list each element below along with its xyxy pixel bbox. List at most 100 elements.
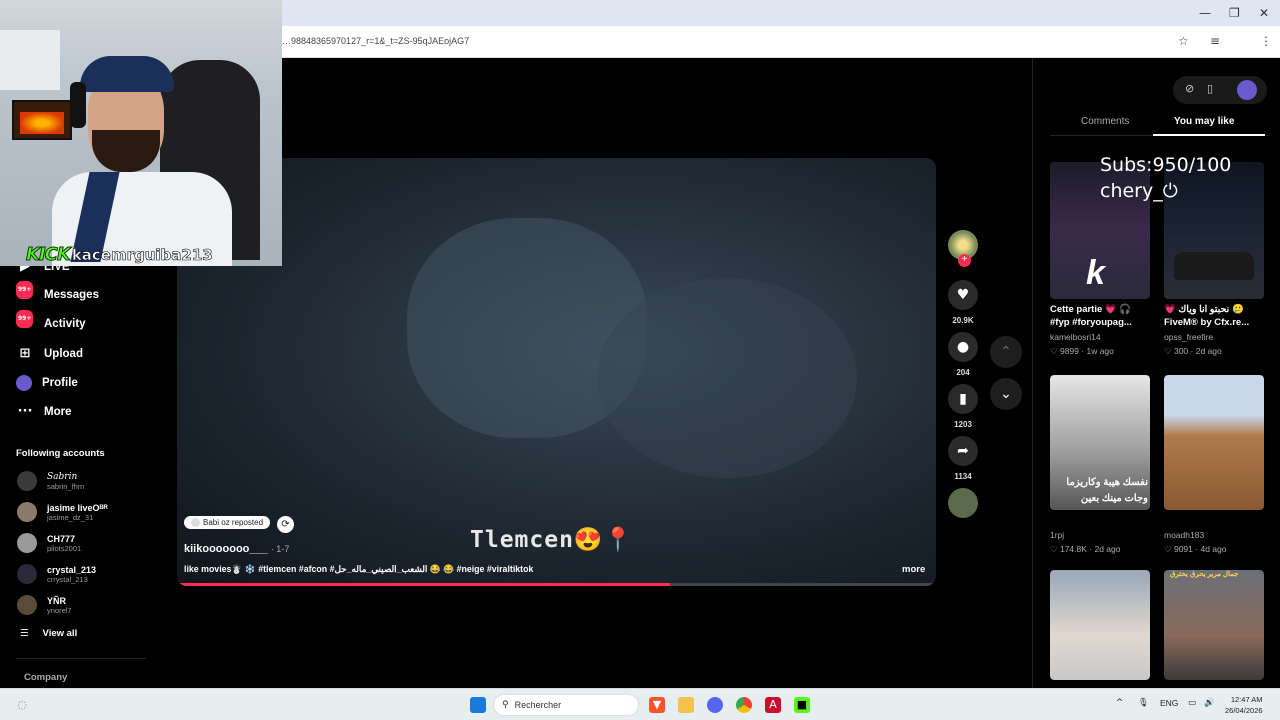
car-shape <box>1174 252 1254 280</box>
following-account[interactable]: jasime liveOᴮᴿ jasime_dz_31 <box>17 502 108 522</box>
repost-icon[interactable]: ⟳ <box>277 516 294 533</box>
network-icon[interactable]: ▭ <box>1188 698 1196 708</box>
tab-comments[interactable]: Comments <box>1081 116 1129 127</box>
phone-icon[interactable]: ▯ <box>1207 82 1213 95</box>
repost-label: Babi ​oz reposted <box>203 518 264 527</box>
tile-author: 1rpj <box>1050 530 1065 540</box>
tile-overlay-text: نفسك هيبة وكاريزما وجات مينك بعين <box>1066 477 1148 504</box>
chevron-up-icon: ⌃ <box>1000 344 1012 360</box>
brave-browser-icon[interactable]: ▼ <box>649 697 665 713</box>
sidebar-item-label: Messages <box>44 289 99 301</box>
account-name: 𝑆𝑎𝑏𝑟𝑖𝑛 <box>47 471 78 482</box>
divider <box>16 658 146 659</box>
app-a-icon[interactable]: A <box>765 697 781 713</box>
taskbar-search[interactable]: ⚲ Rechercher <box>493 694 639 716</box>
following-account[interactable]: crystal_213 crrystal_213 <box>17 564 96 584</box>
sidebar-item-upload[interactable]: ⊞ Upload <box>16 343 83 365</box>
video-tile[interactable]: جمال مرير يحرق يحترق <box>1164 570 1264 680</box>
browser-menu-icon[interactable]: ⋮ <box>1260 34 1272 48</box>
like-count: 20.9K <box>952 316 974 325</box>
notification-badge: 99+ <box>16 281 34 299</box>
tile-likes: ♡ 300 <box>1164 346 1189 356</box>
fire-shape <box>20 112 64 134</box>
account-name: YÑR <box>47 595 67 606</box>
video-tile[interactable] <box>1050 570 1150 680</box>
video-progress-bar[interactable] <box>177 583 936 586</box>
tile-likes: ♡ 174.8K <box>1050 544 1087 554</box>
sidebar-item-more[interactable]: ··· More <box>16 401 72 423</box>
follow-plus-icon[interactable]: + <box>958 254 971 267</box>
media-control-icon[interactable]: ≡ <box>1210 34 1220 48</box>
tab-you-may-like[interactable]: You may like <box>1174 116 1234 127</box>
following-account[interactable]: 𝑆𝑎𝑏𝑟𝑖𝑛 sabrin_fhm <box>17 471 84 491</box>
streamer-webcam-overlay: KICK kacemrguiba213 <box>0 0 282 266</box>
music-disc-icon[interactable] <box>948 488 978 518</box>
account-name: crystal_213 <box>47 564 97 575</box>
heart-icon: ♥ <box>956 287 970 303</box>
view-all-label: View all <box>42 628 78 639</box>
tile-age: 1w ago <box>1086 346 1114 356</box>
following-account[interactable]: CH777 pilots2001 <box>17 533 81 553</box>
previous-video-button[interactable]: ⌃ <box>990 336 1022 368</box>
minimize-button[interactable]: — <box>1199 6 1211 20</box>
avatar[interactable] <box>1237 80 1257 100</box>
language-indicator[interactable]: ENG <box>1160 698 1178 708</box>
widgets-icon[interactable]: ◌ <box>14 697 30 713</box>
share-button[interactable]: ➦ <box>948 436 978 466</box>
discord-icon[interactable] <box>707 697 723 713</box>
next-video-button[interactable]: ⌄ <box>990 378 1022 410</box>
tile-thumbnail <box>1050 570 1150 680</box>
more-button[interactable]: more <box>902 564 925 575</box>
sidebar-item-activity[interactable]: ♡99+ Activity <box>16 310 86 335</box>
video-caption: like movies☃️ ❄️ #tlemcen #afcon #الشعب_… <box>184 564 534 574</box>
windows-start-icon[interactable] <box>470 697 486 713</box>
kick-app-icon[interactable]: ■ <box>794 697 810 713</box>
more-icon: ··· <box>17 404 33 419</box>
microphone-icon[interactable]: 🎙 <box>1138 698 1149 708</box>
tile-title: 💗 نحبتو انا وياك 🥲 FiveM® by Cfx.re... <box>1164 304 1250 328</box>
bookmark-star-icon[interactable]: ☆ <box>1178 34 1189 48</box>
close-button[interactable]: ✕ <box>1259 6 1269 20</box>
clock-time: 12:47 AM <box>1230 695 1263 704</box>
search-placeholder: Rechercher <box>514 700 562 710</box>
restore-button[interactable]: ❐ <box>1229 6 1240 20</box>
save-button[interactable]: ▮ <box>948 384 978 414</box>
tile-age: 4d ago <box>1200 544 1227 554</box>
sidebar-item-messages[interactable]: ✉99+ Messages <box>16 281 99 306</box>
right-panel: ⊘ ▯ Comments You may like k Cette partie… <box>1032 58 1280 688</box>
video-author[interactable]: kiikooooooo___ · 1-7 <box>184 543 289 555</box>
tile-meta: ♡ 300 · 2d ago <box>1164 346 1222 356</box>
tile-overlay-text: جمال مرير يحرق يحترق <box>1170 571 1239 578</box>
repost-badge[interactable]: Babi ​oz reposted <box>184 516 271 529</box>
url-text[interactable]: …98848365970127_r=1&_t=ZS-95qJAEojAG7 <box>282 36 469 46</box>
tile-likes: ♡ 9899 <box>1050 346 1079 356</box>
volume-icon[interactable]: 🔊 <box>1204 698 1215 708</box>
video-overlay-text: Tlemcen😍📍 <box>470 527 634 553</box>
view-all-button[interactable]: ☰ View all <box>20 628 77 639</box>
avatar <box>17 595 37 615</box>
chevron-up-icon[interactable]: ^ <box>1116 698 1123 708</box>
video-tile[interactable]: نفسك هيبة وكاريزما وجات مينك بعين 1rpj ♡… <box>1050 375 1150 555</box>
comment-button[interactable]: ● <box>948 332 978 362</box>
following-account[interactable]: YÑR ynorel7 <box>17 595 72 615</box>
file-explorer-icon[interactable] <box>678 697 694 713</box>
activity-icon: ♡99+ <box>16 310 34 332</box>
video-tile[interactable]: Subs:950/100 chery_⏻ 💗 نحبتو انا وياك 🥲 … <box>1100 154 1264 357</box>
video-player[interactable]: Tlemcen😍📍 Babi ​oz reposted ⟳ kiikoooooo… <box>177 158 936 586</box>
system-clock[interactable]: 12:47 AM 26/04/2026 <box>1225 694 1263 716</box>
sidebar-item-profile[interactable]: Profile <box>16 372 78 394</box>
avatar <box>17 564 37 584</box>
tile-meta: ♡ 9899 · 1w ago <box>1050 346 1114 356</box>
panel-toolbar: ⊘ ▯ <box>1173 76 1267 104</box>
tile-overlay-text: k <box>1086 254 1105 292</box>
save-count: 1203 <box>954 420 972 429</box>
progress-fill <box>177 583 671 586</box>
like-button[interactable]: ♥ <box>948 280 978 310</box>
comment-icon: ● <box>956 339 970 355</box>
tile-title: Cette partie 💗 🎧 #fyp #foryoupag... <box>1050 304 1132 328</box>
compass-icon[interactable]: ⊘ <box>1185 82 1194 95</box>
video-tile[interactable]: moadh183 ♡ 9091 · 4d ago <box>1164 375 1264 555</box>
clock-date: 26/04/2026 <box>1225 706 1263 715</box>
company-link[interactable]: Company <box>24 672 67 683</box>
chrome-icon[interactable] <box>736 697 752 713</box>
